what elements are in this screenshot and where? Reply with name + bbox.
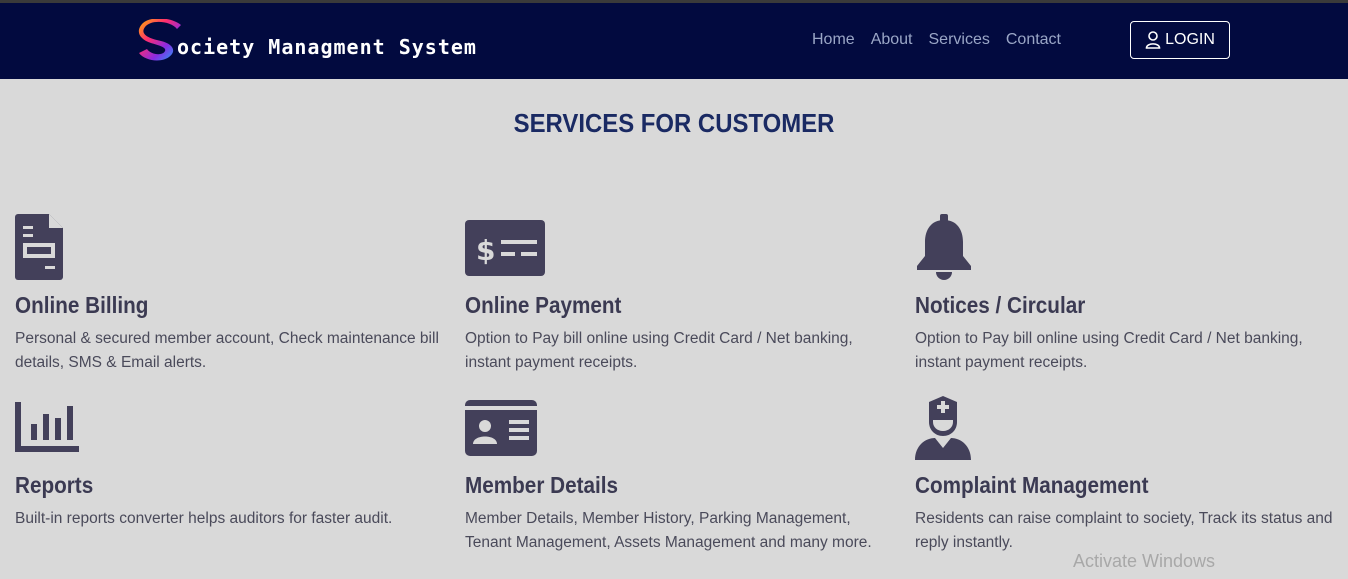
user-icon: [1145, 31, 1161, 49]
nav-about[interactable]: About: [871, 31, 913, 49]
main-nav: Home About Services Contact: [812, 31, 1077, 49]
logo-icon: S: [137, 18, 183, 63]
service-description: Residents can raise complaint to society…: [915, 510, 1333, 551]
brand[interactable]: S ociety Managment System: [137, 18, 477, 63]
service-card-online-payment: $ Online Payment Option to Pay bill onli…: [465, 214, 895, 375]
bill-document-icon: [15, 214, 63, 280]
service-card-complaint-management: Complaint Management Residents can raise…: [915, 394, 1345, 555]
service-title: Notices / Circular: [915, 292, 1086, 318]
service-description: Personal & secured member account, Check…: [15, 330, 439, 371]
nav-services[interactable]: Services: [929, 31, 990, 49]
service-card-notices: Notices / Circular Option to Pay bill on…: [915, 214, 1345, 375]
login-label: LOGIN: [1165, 31, 1215, 48]
service-title: Member Details: [465, 472, 619, 498]
section-title: SERVICES FOR CUSTOMER: [513, 108, 835, 138]
svg-text:$: $: [476, 234, 495, 267]
service-title: Online Billing: [15, 292, 149, 318]
id-card-icon: [465, 400, 537, 456]
brand-name: ociety Managment System: [177, 35, 477, 59]
nav-contact[interactable]: Contact: [1006, 31, 1061, 49]
navbar: S ociety Managment System Home About Ser…: [0, 3, 1348, 79]
nav-home[interactable]: Home: [812, 31, 855, 49]
service-card-online-billing: Online Billing Personal & secured member…: [15, 214, 445, 375]
service-description: Option to Pay bill online using Credit C…: [465, 330, 853, 371]
service-description: Built-in reports converter helps auditor…: [15, 510, 393, 527]
service-title: Complaint Management: [915, 472, 1149, 498]
service-description: Option to Pay bill online using Credit C…: [915, 330, 1303, 371]
money-check-icon: $: [465, 220, 545, 276]
service-description: Member Details, Member History, Parking …: [465, 510, 872, 551]
activate-windows-watermark: Activate Windows: [1073, 551, 1216, 571]
bar-chart-icon: [15, 402, 79, 452]
bell-icon: [917, 214, 971, 280]
login-button[interactable]: LOGIN: [1130, 21, 1230, 59]
service-card-member-details: Member Details Member Details, Member Hi…: [465, 394, 895, 555]
service-title: Online Payment: [465, 292, 622, 318]
service-title: Reports: [15, 472, 94, 498]
service-card-reports: Reports Built-in reports converter helps…: [15, 394, 445, 531]
user-nurse-icon: [915, 396, 971, 460]
